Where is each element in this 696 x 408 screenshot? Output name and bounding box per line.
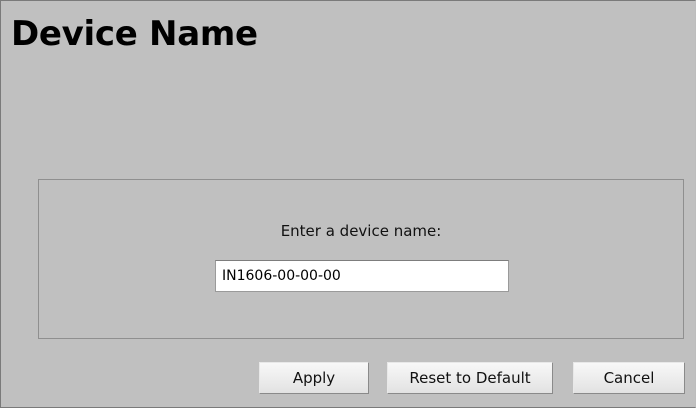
device-name-input[interactable] xyxy=(215,260,509,292)
page-title: Device Name xyxy=(11,14,258,54)
device-name-panel: Enter a device name: xyxy=(38,179,684,339)
reset-to-default-button[interactable]: Reset to Default xyxy=(387,362,553,394)
cancel-button[interactable]: Cancel xyxy=(573,362,685,394)
apply-button[interactable]: Apply xyxy=(259,362,369,394)
device-name-window: Device Name Enter a device name: Apply R… xyxy=(0,0,696,408)
device-name-prompt: Enter a device name: xyxy=(280,222,442,240)
